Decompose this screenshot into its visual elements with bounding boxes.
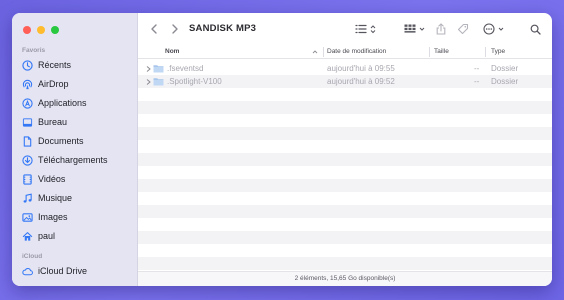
document-icon: [23, 135, 32, 147]
sidebar-item-label: Applications: [38, 98, 87, 108]
file-kind: Dossier: [491, 64, 519, 73]
table-row[interactable]: .fseventsd aujourd'hui à 09:55 -- Dossie…: [138, 62, 552, 75]
search-icon: [530, 24, 541, 35]
row-stripe: [138, 257, 552, 270]
applications-icon: [22, 97, 33, 109]
sidebar-item-label: paul: [38, 231, 56, 241]
sidebar-item-home[interactable]: paul: [22, 229, 55, 243]
table-row[interactable]: .Spotlight-V100 aujourd'hui à 09:52 -- D…: [138, 75, 552, 88]
actions-button[interactable]: [481, 22, 505, 36]
file-size: --: [474, 64, 480, 73]
file-name: .Spotlight-V100: [167, 77, 222, 86]
sidebar-item-images[interactable]: Images: [22, 210, 68, 224]
chevron-down-icon: [419, 27, 424, 31]
minimize-button[interactable]: [37, 26, 45, 34]
disclosure-arrow-icon[interactable]: [146, 66, 151, 72]
sidebar-item-label: Musique: [38, 193, 73, 203]
file-name: .fseventsd: [167, 64, 204, 73]
desktop-icon: [22, 117, 33, 127]
column-divider[interactable]: [323, 47, 324, 57]
home-icon: [22, 231, 33, 241]
finder-window: Favoris Récents AirDrop Applications Bur…: [12, 13, 552, 286]
clock-icon: [22, 59, 33, 71]
file-size: --: [474, 77, 480, 86]
back-button[interactable]: [148, 22, 160, 36]
chevron-up-icon: [312, 50, 318, 54]
toolbar: SANDISK MP3: [138, 13, 552, 45]
column-divider[interactable]: [429, 47, 430, 57]
sidebar-item-recents[interactable]: Récents: [22, 58, 71, 72]
sidebar-item-label: Images: [38, 212, 68, 222]
cloud-icon: [22, 267, 33, 275]
row-stripe: [138, 205, 552, 218]
chevron-updown-icon: [370, 25, 375, 34]
column-header: Nom Date de modification Taille Type: [138, 45, 552, 59]
column-size-header[interactable]: Taille: [434, 48, 449, 55]
row-stripe: [138, 101, 552, 114]
chevron-right-icon: [172, 24, 178, 34]
sidebar-item-videos[interactable]: Vidéos: [22, 172, 65, 186]
sidebar-item-label: Vidéos: [38, 174, 66, 184]
status-bar: 2 éléments, 15,65 Go disponible(s): [138, 271, 552, 286]
sidebar-section-icloud: iCloud: [22, 253, 43, 260]
sidebar: Favoris Récents AirDrop Applications Bur…: [12, 13, 138, 286]
view-mode-button[interactable]: [354, 22, 376, 36]
music-icon: [23, 193, 32, 203]
search-button[interactable]: [528, 22, 542, 36]
folder-icon: [153, 78, 164, 86]
sidebar-item-desktop[interactable]: Bureau: [22, 115, 67, 129]
sidebar-item-documents[interactable]: Documents: [22, 134, 84, 148]
sidebar-item-label: Documents: [38, 136, 84, 146]
more-icon: [482, 23, 495, 35]
row-stripe: [138, 179, 552, 192]
tag-icon: [457, 23, 469, 35]
close-button[interactable]: [23, 26, 31, 34]
photo-icon: [22, 212, 33, 222]
sidebar-item-label: iCloud Drive: [38, 266, 88, 276]
zoom-button[interactable]: [51, 26, 59, 34]
sidebar-section-favorites: Favoris: [22, 47, 46, 54]
chevron-down-icon: [498, 27, 503, 31]
main-pane: SANDISK MP3 Nom Date de modification Tai…: [138, 13, 552, 286]
sidebar-item-label: Récents: [38, 60, 72, 70]
share-button[interactable]: [435, 22, 447, 36]
file-kind: Dossier: [491, 77, 519, 86]
row-stripe: [138, 153, 552, 166]
folder-icon: [153, 65, 164, 73]
sidebar-item-airdrop[interactable]: AirDrop: [22, 77, 69, 91]
column-name-header[interactable]: Nom: [165, 48, 179, 55]
file-modified: aujourd'hui à 09:55: [327, 64, 395, 73]
chevron-left-icon: [151, 24, 157, 34]
sidebar-item-icloud-drive[interactable]: iCloud Drive: [22, 264, 87, 278]
grid-icon: [404, 24, 415, 33]
film-icon: [23, 173, 32, 185]
sidebar-item-music[interactable]: Musique: [22, 191, 72, 205]
column-kind-header[interactable]: Type: [491, 48, 505, 55]
sidebar-item-applications[interactable]: Applications: [22, 96, 87, 110]
sidebar-item-label: AirDrop: [38, 79, 69, 89]
list-view-icon: [354, 24, 367, 34]
sidebar-item-label: Téléchargements: [38, 155, 108, 165]
sidebar-item-downloads[interactable]: Téléchargements: [22, 153, 108, 167]
window-controls: [23, 26, 59, 34]
group-button[interactable]: [402, 22, 426, 36]
window-title: SANDISK MP3: [189, 23, 257, 34]
tags-button[interactable]: [456, 22, 470, 36]
disclosure-arrow-icon[interactable]: [146, 79, 151, 85]
row-stripe: [138, 231, 552, 244]
file-modified: aujourd'hui à 09:52: [327, 77, 395, 86]
download-icon: [22, 154, 33, 166]
airdrop-icon: [22, 79, 33, 89]
forward-button[interactable]: [169, 22, 181, 36]
sidebar-item-label: Bureau: [38, 117, 68, 127]
row-stripe: [138, 127, 552, 140]
share-icon: [436, 23, 446, 35]
column-modified-header[interactable]: Date de modification: [327, 48, 386, 55]
column-divider[interactable]: [485, 47, 486, 57]
